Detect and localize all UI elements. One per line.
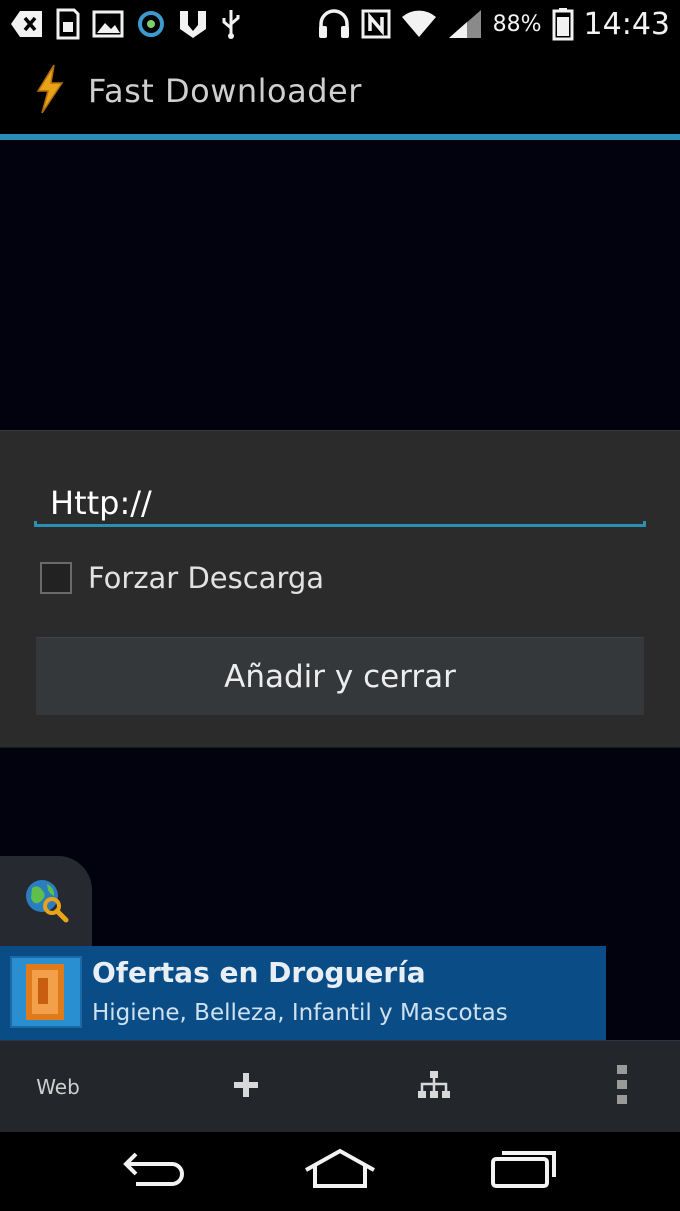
status-bar: 88% 14:43 — [0, 0, 680, 48]
usb-icon — [220, 7, 242, 41]
tree-icon — [417, 1069, 451, 1106]
add-download-dialog: Forzar Descarga Añadir y cerrar — [0, 430, 680, 748]
nav-back-button[interactable] — [96, 1132, 216, 1211]
plus-icon — [232, 1071, 260, 1104]
add-button[interactable] — [210, 1041, 282, 1133]
clock: 14:43 — [583, 6, 670, 42]
battery-percent: 88% — [492, 11, 542, 37]
back-arrow-icon — [10, 7, 44, 41]
ad-subtitle: Higiene, Belleza, Infantil y Mascotas — [92, 1000, 508, 1026]
sd-card-icon — [56, 7, 80, 41]
ad-product-image — [10, 956, 82, 1028]
action-bar: Fast Downloader — [0, 48, 680, 134]
nav-recent-apps-button[interactable] — [464, 1132, 584, 1211]
headset-icon — [317, 7, 351, 41]
lightning-bolt-icon — [34, 63, 66, 120]
app-title: Fast Downloader — [88, 72, 362, 110]
nav-home-button[interactable] — [280, 1132, 400, 1211]
shield-icon — [178, 7, 208, 41]
image-icon — [92, 7, 124, 41]
recent-apps-icon — [490, 1149, 558, 1194]
notification-icons — [10, 7, 242, 41]
globe-search-icon — [22, 876, 70, 929]
home-icon — [303, 1148, 377, 1195]
browser-tab[interactable] — [0, 856, 92, 948]
force-download-row[interactable]: Forzar Descarga — [40, 561, 324, 595]
navigation-bar — [0, 1132, 680, 1211]
web-button[interactable]: Web — [18, 1041, 98, 1133]
ad-title: Ofertas en Droguería — [92, 956, 426, 989]
battery-icon — [552, 7, 574, 41]
downloads-tree-button[interactable] — [398, 1041, 470, 1133]
overflow-menu-icon — [615, 1064, 629, 1111]
action-bar-divider — [0, 134, 680, 140]
sync-icon — [136, 7, 166, 41]
overflow-menu-button[interactable] — [592, 1041, 652, 1133]
back-icon — [122, 1148, 190, 1195]
system-status: 88% 14:43 — [317, 7, 670, 42]
signal-icon — [447, 7, 483, 41]
force-download-checkbox[interactable] — [40, 562, 72, 594]
wifi-icon — [401, 7, 437, 41]
bottom-toolbar: Web — [0, 1040, 680, 1132]
force-download-label: Forzar Descarga — [88, 561, 325, 595]
add-and-close-button[interactable]: Añadir y cerrar — [36, 637, 644, 715]
nfc-icon — [361, 7, 391, 41]
url-input-underline — [34, 521, 646, 527]
ad-banner[interactable]: Ofertas en Droguería Higiene, Belleza, I… — [0, 946, 606, 1040]
